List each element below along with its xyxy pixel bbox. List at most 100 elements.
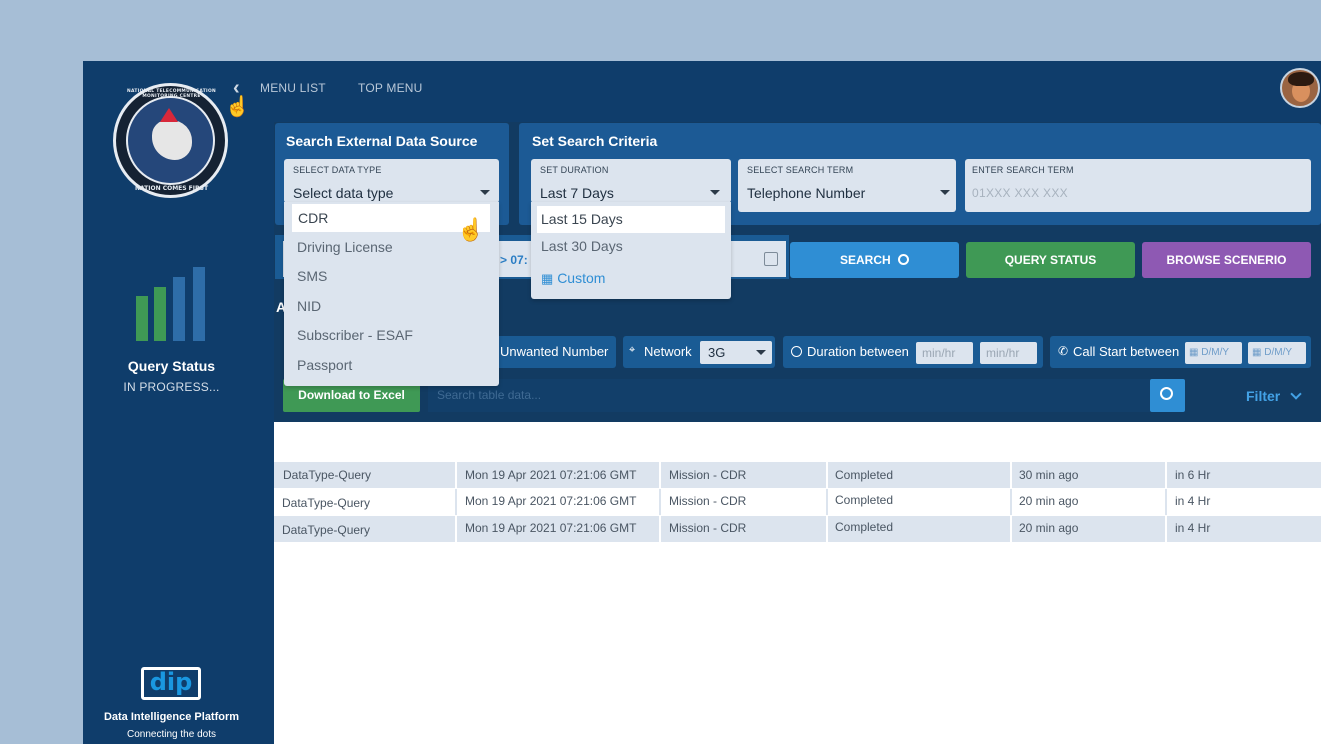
data-type-option[interactable]: Passport bbox=[297, 357, 352, 373]
filter-label: Filter bbox=[1246, 388, 1281, 404]
phone-icon: ✆ bbox=[1058, 344, 1069, 358]
duration-select[interactable]: SET DURATION Last 7 Days bbox=[531, 159, 731, 203]
brand-tagline: Connecting the dots bbox=[127, 729, 216, 740]
browse-scenerio-button[interactable]: BROWSE SCENERIO bbox=[1142, 242, 1311, 278]
clock-icon bbox=[791, 346, 802, 357]
menu-list-link[interactable]: MENU LIST bbox=[260, 81, 326, 95]
network-icon: ⌖ bbox=[629, 344, 636, 356]
brand-name: Data Intelligence Platform bbox=[103, 711, 240, 723]
table-row[interactable]: DataType-Query Mon 19 Apr 2021 07:21:06 … bbox=[274, 516, 1321, 542]
cell-state: Completed bbox=[835, 468, 894, 482]
table-row[interactable]: DataType-Query Mon 19 Apr 2021 07:21:06 … bbox=[274, 489, 1321, 515]
cell-date: Mon 19 Apr 2021 07:21:06 GMT bbox=[465, 521, 637, 535]
enter-search-term-field[interactable]: ENTER SEARCH TERM 01XXX XXX XXX bbox=[965, 159, 1311, 212]
edit-icon[interactable] bbox=[764, 252, 778, 266]
triangle-icon bbox=[160, 108, 178, 122]
query-status-chart-icon bbox=[136, 266, 216, 341]
data-type-option[interactable]: SMS bbox=[297, 268, 327, 284]
column-divider bbox=[455, 462, 457, 488]
option-label: Last 15 Days bbox=[541, 211, 623, 227]
chevron-down-icon bbox=[1290, 388, 1302, 400]
query-summary-text: > 07: bbox=[500, 253, 528, 267]
cell-date: Mon 19 Apr 2021 07:21:06 GMT bbox=[465, 468, 637, 482]
duration-filter: Duration between min/hr min/hr bbox=[783, 336, 1043, 368]
column-header[interactable]: Name bbox=[284, 432, 316, 446]
column-divider bbox=[455, 489, 457, 515]
duration-option[interactable]: Last 15 Days bbox=[537, 206, 725, 233]
duration-to-input[interactable]: min/hr bbox=[980, 342, 1037, 364]
search-icon bbox=[1160, 387, 1173, 400]
hand-cursor-icon: ☝ bbox=[457, 217, 485, 242]
cell-state: Completed bbox=[835, 520, 894, 534]
network-select[interactable]: 3G bbox=[700, 341, 772, 364]
column-divider bbox=[1010, 516, 1012, 542]
search-button[interactable]: SEARCH bbox=[790, 242, 959, 278]
hand-cursor-icon: ☝ bbox=[225, 96, 250, 118]
logo-text-bottom: NATION COMES FIRST bbox=[134, 185, 209, 192]
custom-label: Custom bbox=[557, 270, 606, 286]
chevron-down-icon bbox=[940, 190, 950, 195]
call-start-to-date[interactable]: ▦ D/M/Y bbox=[1248, 342, 1306, 364]
column-divider bbox=[1010, 462, 1012, 488]
cell-name: DataType-Query bbox=[282, 523, 371, 537]
search-term-select[interactable]: SELECT SEARCH TERM Telephone Number bbox=[738, 159, 956, 212]
duration-dropdown: Last 15 Days Last 30 Days ▦ Custom bbox=[531, 202, 731, 299]
data-type-label: SELECT DATA TYPE bbox=[293, 165, 382, 175]
data-type-option[interactable]: NID bbox=[297, 298, 321, 314]
cell-expiry: in 6 Hr bbox=[1175, 468, 1211, 482]
column-divider bbox=[659, 489, 661, 515]
data-type-option[interactable]: Driving License bbox=[297, 239, 393, 255]
cell-expiry: in 4 Hr bbox=[1175, 494, 1211, 508]
avatar-hair bbox=[1288, 72, 1314, 86]
column-divider bbox=[1165, 516, 1167, 542]
search-icon bbox=[898, 254, 909, 265]
cell-type: Mission - CDR bbox=[669, 521, 747, 535]
table-row[interactable]: DataType-Query Mon 19 Apr 2021 07:21:06 … bbox=[274, 462, 1321, 488]
cell-name: DataType-Query bbox=[283, 468, 372, 482]
dip-logo: dip bbox=[141, 667, 201, 700]
duration-option[interactable]: Last 30 Days bbox=[541, 238, 623, 254]
search-button-label: SEARCH bbox=[839, 253, 891, 267]
column-header[interactable]: State bbox=[835, 432, 863, 446]
bar-4 bbox=[193, 267, 205, 341]
date-from-text: D/M/Y bbox=[1201, 347, 1230, 358]
query-status-button[interactable]: QUERY STATUS bbox=[966, 242, 1135, 278]
filter-toggle[interactable]: Filter bbox=[1246, 388, 1302, 404]
table-search-button[interactable] bbox=[1150, 379, 1185, 412]
call-start-from-date[interactable]: ▦ D/M/Y bbox=[1185, 342, 1242, 364]
top-menu-link[interactable]: TOP MENU bbox=[358, 81, 423, 95]
column-divider bbox=[659, 516, 661, 542]
column-header[interactable]: Created on bbox=[1019, 432, 1078, 446]
table-search-input[interactable]: Search table data... bbox=[428, 379, 1150, 412]
data-type-value: Select data type bbox=[293, 185, 394, 201]
cell-name: DataType-Query bbox=[282, 496, 371, 510]
data-type-select[interactable]: SELECT DATA TYPE Select data type bbox=[284, 159, 499, 203]
calendar-icon: ▦ bbox=[1189, 347, 1202, 358]
cell-type: Mission - CDR bbox=[669, 494, 747, 508]
duration-from-input[interactable]: min/hr bbox=[916, 342, 973, 364]
logo-ring bbox=[126, 96, 215, 185]
option-label: CDR bbox=[298, 210, 329, 226]
column-divider bbox=[826, 516, 828, 542]
column-header[interactable]: Date & Time bbox=[464, 432, 530, 446]
sidebar: NATIONAL TELECOMMUNICATION MONITORING CE… bbox=[83, 61, 260, 744]
avatar[interactable] bbox=[1280, 68, 1320, 108]
search-term-value: Telephone Number bbox=[747, 185, 866, 201]
unwanted-number-filter[interactable]: Unwanted Number bbox=[493, 336, 616, 368]
column-header[interactable]: Query Type bbox=[669, 432, 731, 446]
column-divider bbox=[1010, 489, 1012, 515]
search-term-label: SELECT SEARCH TERM bbox=[747, 165, 854, 175]
data-type-option[interactable]: Subscriber - ESAF bbox=[297, 327, 413, 343]
call-start-label: Call Start between bbox=[1073, 344, 1180, 359]
custom-duration-option[interactable]: ▦ Custom bbox=[541, 270, 605, 287]
criteria-panel-title: Set Search Criteria bbox=[532, 133, 658, 149]
column-header[interactable]: Expiry bbox=[1174, 432, 1207, 446]
enter-term-placeholder: 01XXX XXX XXX bbox=[972, 186, 1068, 200]
column-divider bbox=[1165, 489, 1167, 515]
bar-3 bbox=[173, 277, 185, 341]
call-start-filter: ✆ Call Start between ▦ D/M/Y ▦ D/M/Y bbox=[1050, 336, 1311, 368]
calendar-icon: ▦ bbox=[541, 271, 554, 286]
cell-type: Mission - CDR bbox=[669, 468, 747, 482]
table-search-placeholder: Search table data... bbox=[437, 388, 542, 402]
cell-created: 20 min ago bbox=[1019, 494, 1079, 508]
